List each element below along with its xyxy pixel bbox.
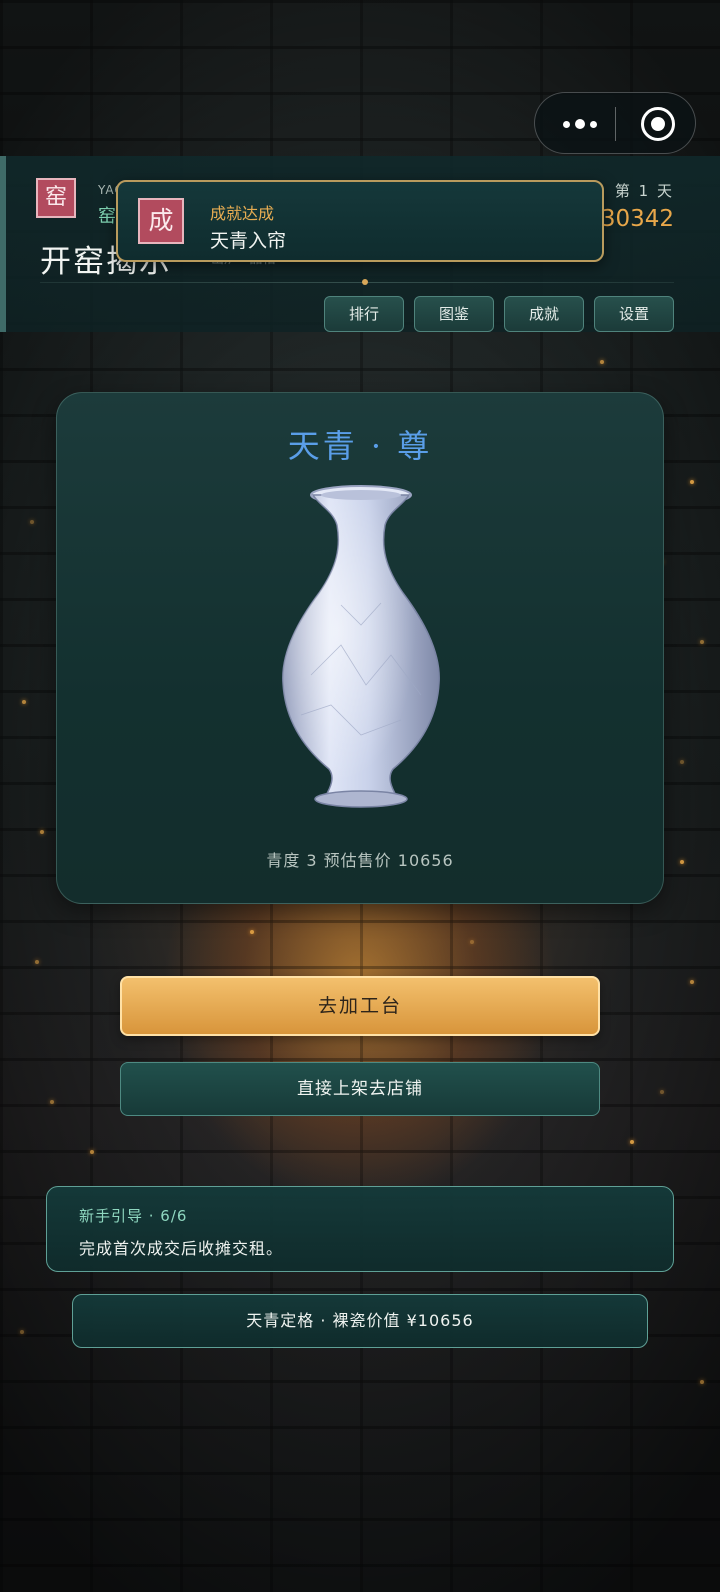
ember-spark <box>700 1380 704 1384</box>
achievement-seal-icon: 成 <box>138 198 184 244</box>
ember-spark <box>660 1090 664 1094</box>
tab-achievements[interactable]: 成就 <box>504 296 584 332</box>
ember-spark <box>690 480 694 484</box>
achievement-toast: 成 成就达成 天青入帘 <box>116 180 604 262</box>
value-bar: 天青定格 · 裸瓷价值 ¥10656 <box>72 1294 648 1348</box>
kiln-seal-icon: 窑 <box>36 178 76 218</box>
ember-spark <box>22 700 26 704</box>
tab-settings[interactable]: 设置 <box>594 296 674 332</box>
header-tabs: 排行 图鉴 成就 设置 <box>324 296 674 332</box>
ember-spark <box>700 640 704 644</box>
day-counter: 第 1 天 <box>614 182 674 200</box>
ember-spark <box>630 1140 634 1144</box>
ember-spark <box>690 980 694 984</box>
ember-spark <box>680 860 684 864</box>
ember-spark <box>35 960 39 964</box>
guide-text: 完成首次成交后收摊交租。 <box>79 1239 284 1258</box>
go-workbench-button[interactable]: 去加工台 <box>120 976 600 1036</box>
toast-heading: 成就达成 <box>210 204 275 223</box>
vase-stats: 青度 3 预估售价 10656 <box>266 851 454 870</box>
ember-spark <box>40 830 44 834</box>
tab-ranking[interactable]: 排行 <box>324 296 404 332</box>
vase-image <box>282 485 440 808</box>
ember-spark <box>680 760 684 764</box>
ember-spark <box>20 1330 24 1334</box>
vase-card: 天青 · 尊 青度 3 预估售价 10656 <box>56 392 664 904</box>
vase-name: 天青 · 尊 <box>287 427 433 465</box>
toast-body: 天青入帘 <box>210 230 287 252</box>
tab-catalog[interactable]: 图鉴 <box>414 296 494 332</box>
ember-spark <box>90 1150 94 1154</box>
ember-spark <box>600 360 604 364</box>
ember-spark <box>470 940 474 944</box>
tutorial-guide: 新手引导 · 6/6 完成首次成交后收摊交租。 <box>46 1186 674 1272</box>
divider-dot <box>362 279 368 285</box>
target-circle-icon[interactable] <box>641 107 675 141</box>
header-divider <box>40 282 674 283</box>
ember-spark <box>30 520 34 524</box>
ember-spark <box>250 930 254 934</box>
more-dots-icon[interactable] <box>557 109 603 139</box>
capsule-divider <box>615 107 616 141</box>
ember-spark <box>50 1100 54 1104</box>
miniprogram-capsule <box>534 92 696 154</box>
guide-title: 新手引导 · 6/6 <box>79 1207 188 1225</box>
list-in-shop-button[interactable]: 直接上架去店铺 <box>120 1062 600 1116</box>
